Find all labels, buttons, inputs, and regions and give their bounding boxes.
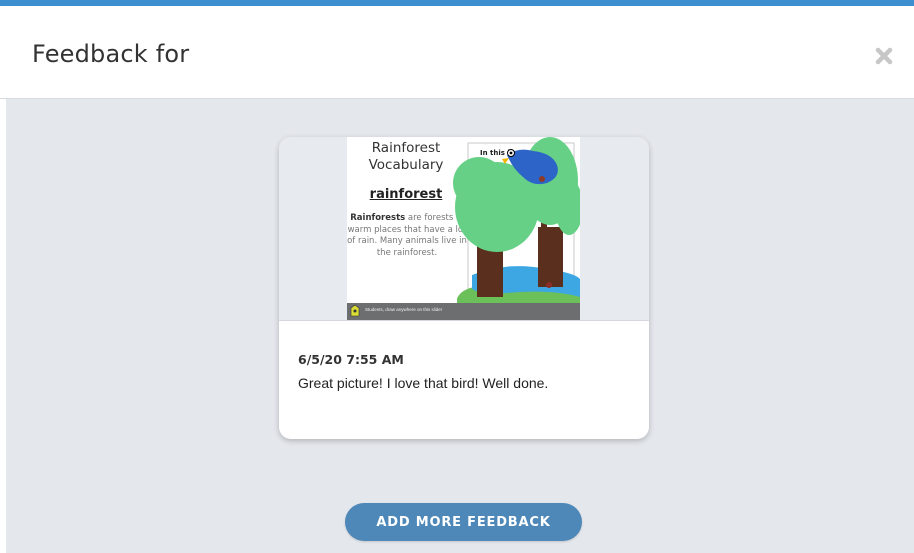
logo-icon <box>350 304 360 317</box>
feedback-card: Rainforest Vocabulary rainforest Rainfor… <box>279 137 649 439</box>
feedback-message: Great picture! I love that bird! Well do… <box>298 375 549 391</box>
add-more-feedback-button[interactable]: ADD MORE FEEDBACK <box>345 503 582 541</box>
feedback-timestamp: 6/5/20 7:55 AM <box>298 352 404 367</box>
close-button[interactable] <box>872 44 896 68</box>
slide-preview: Rainforest Vocabulary rainforest Rainfor… <box>347 137 580 320</box>
slide-footer: Students, draw anywhere on this slide! <box>347 303 580 320</box>
student-drawing: In this ho <box>453 137 580 315</box>
slide-thumbnail[interactable]: Rainforest Vocabulary rainforest Rainfor… <box>279 137 649 321</box>
slide-footer-text: Students, draw anywhere on this slide! <box>365 307 443 312</box>
modal-title: Feedback for <box>32 40 190 68</box>
close-x-icon <box>875 47 893 65</box>
modal-header: Feedback for <box>0 6 914 99</box>
